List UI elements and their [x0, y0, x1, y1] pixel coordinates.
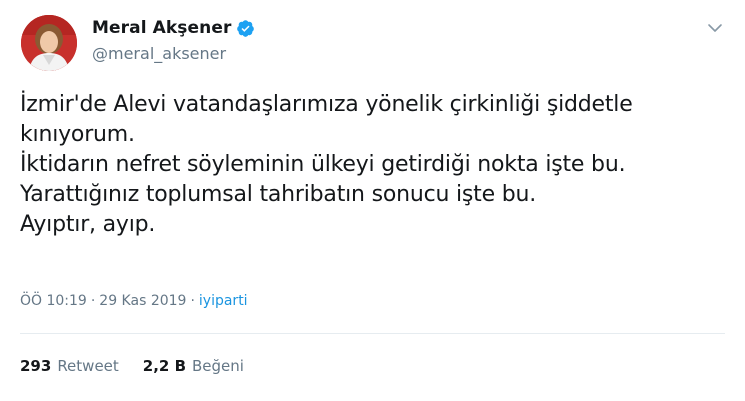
tweet-date[interactable]: 29 Kas 2019: [99, 293, 186, 309]
likes-label: Beğeni: [192, 357, 244, 375]
tweet-meta: ÖÖ 10:19 · 29 Kas 2019 · iyiparti: [20, 293, 248, 309]
likes-count: 2,2 B: [142, 357, 187, 375]
tweet-text-line: İzmir'de Alevi vatandaşlarımıza yönelik …: [20, 92, 633, 117]
likes-stat[interactable]: 2,2 B Beğeni: [143, 357, 244, 375]
retweets-stat[interactable]: 293 Retweet: [20, 357, 119, 375]
name-row: Meral Akşener: [92, 18, 255, 38]
display-name[interactable]: Meral Akşener: [92, 18, 231, 38]
tweet-text-line: kınıyorum.: [20, 122, 135, 147]
tweet-text-line: Ayıptır, ayıp.: [20, 212, 156, 237]
retweets-label: Retweet: [57, 357, 119, 375]
chevron-down-icon[interactable]: [707, 20, 723, 36]
tweet-text: İzmir'de Alevi vatandaşlarımıza yönelik …: [20, 90, 735, 240]
verified-badge-icon: [236, 19, 255, 38]
tweet-text-line: İktidarın nefret söyleminin ülkeyi getir…: [20, 152, 626, 177]
meta-separator: ·: [190, 293, 195, 309]
tweet-source-link[interactable]: iyiparti: [199, 293, 248, 309]
meta-separator: ·: [90, 293, 96, 309]
tweet-stats: 293 Retweet 2,2 B Beğeni: [20, 357, 244, 375]
divider: [20, 333, 725, 334]
retweets-count: 293: [20, 357, 52, 375]
user-handle[interactable]: @meral_aksener: [92, 44, 226, 63]
avatar[interactable]: [21, 15, 77, 71]
tweet-time[interactable]: ÖÖ 10:19: [20, 293, 87, 309]
tweet-card: Meral Akşener @meral_aksener İzmir'de Al…: [0, 0, 745, 401]
tweet-text-line: Yarattığınız toplumsal tahribatın sonucu…: [20, 182, 537, 207]
